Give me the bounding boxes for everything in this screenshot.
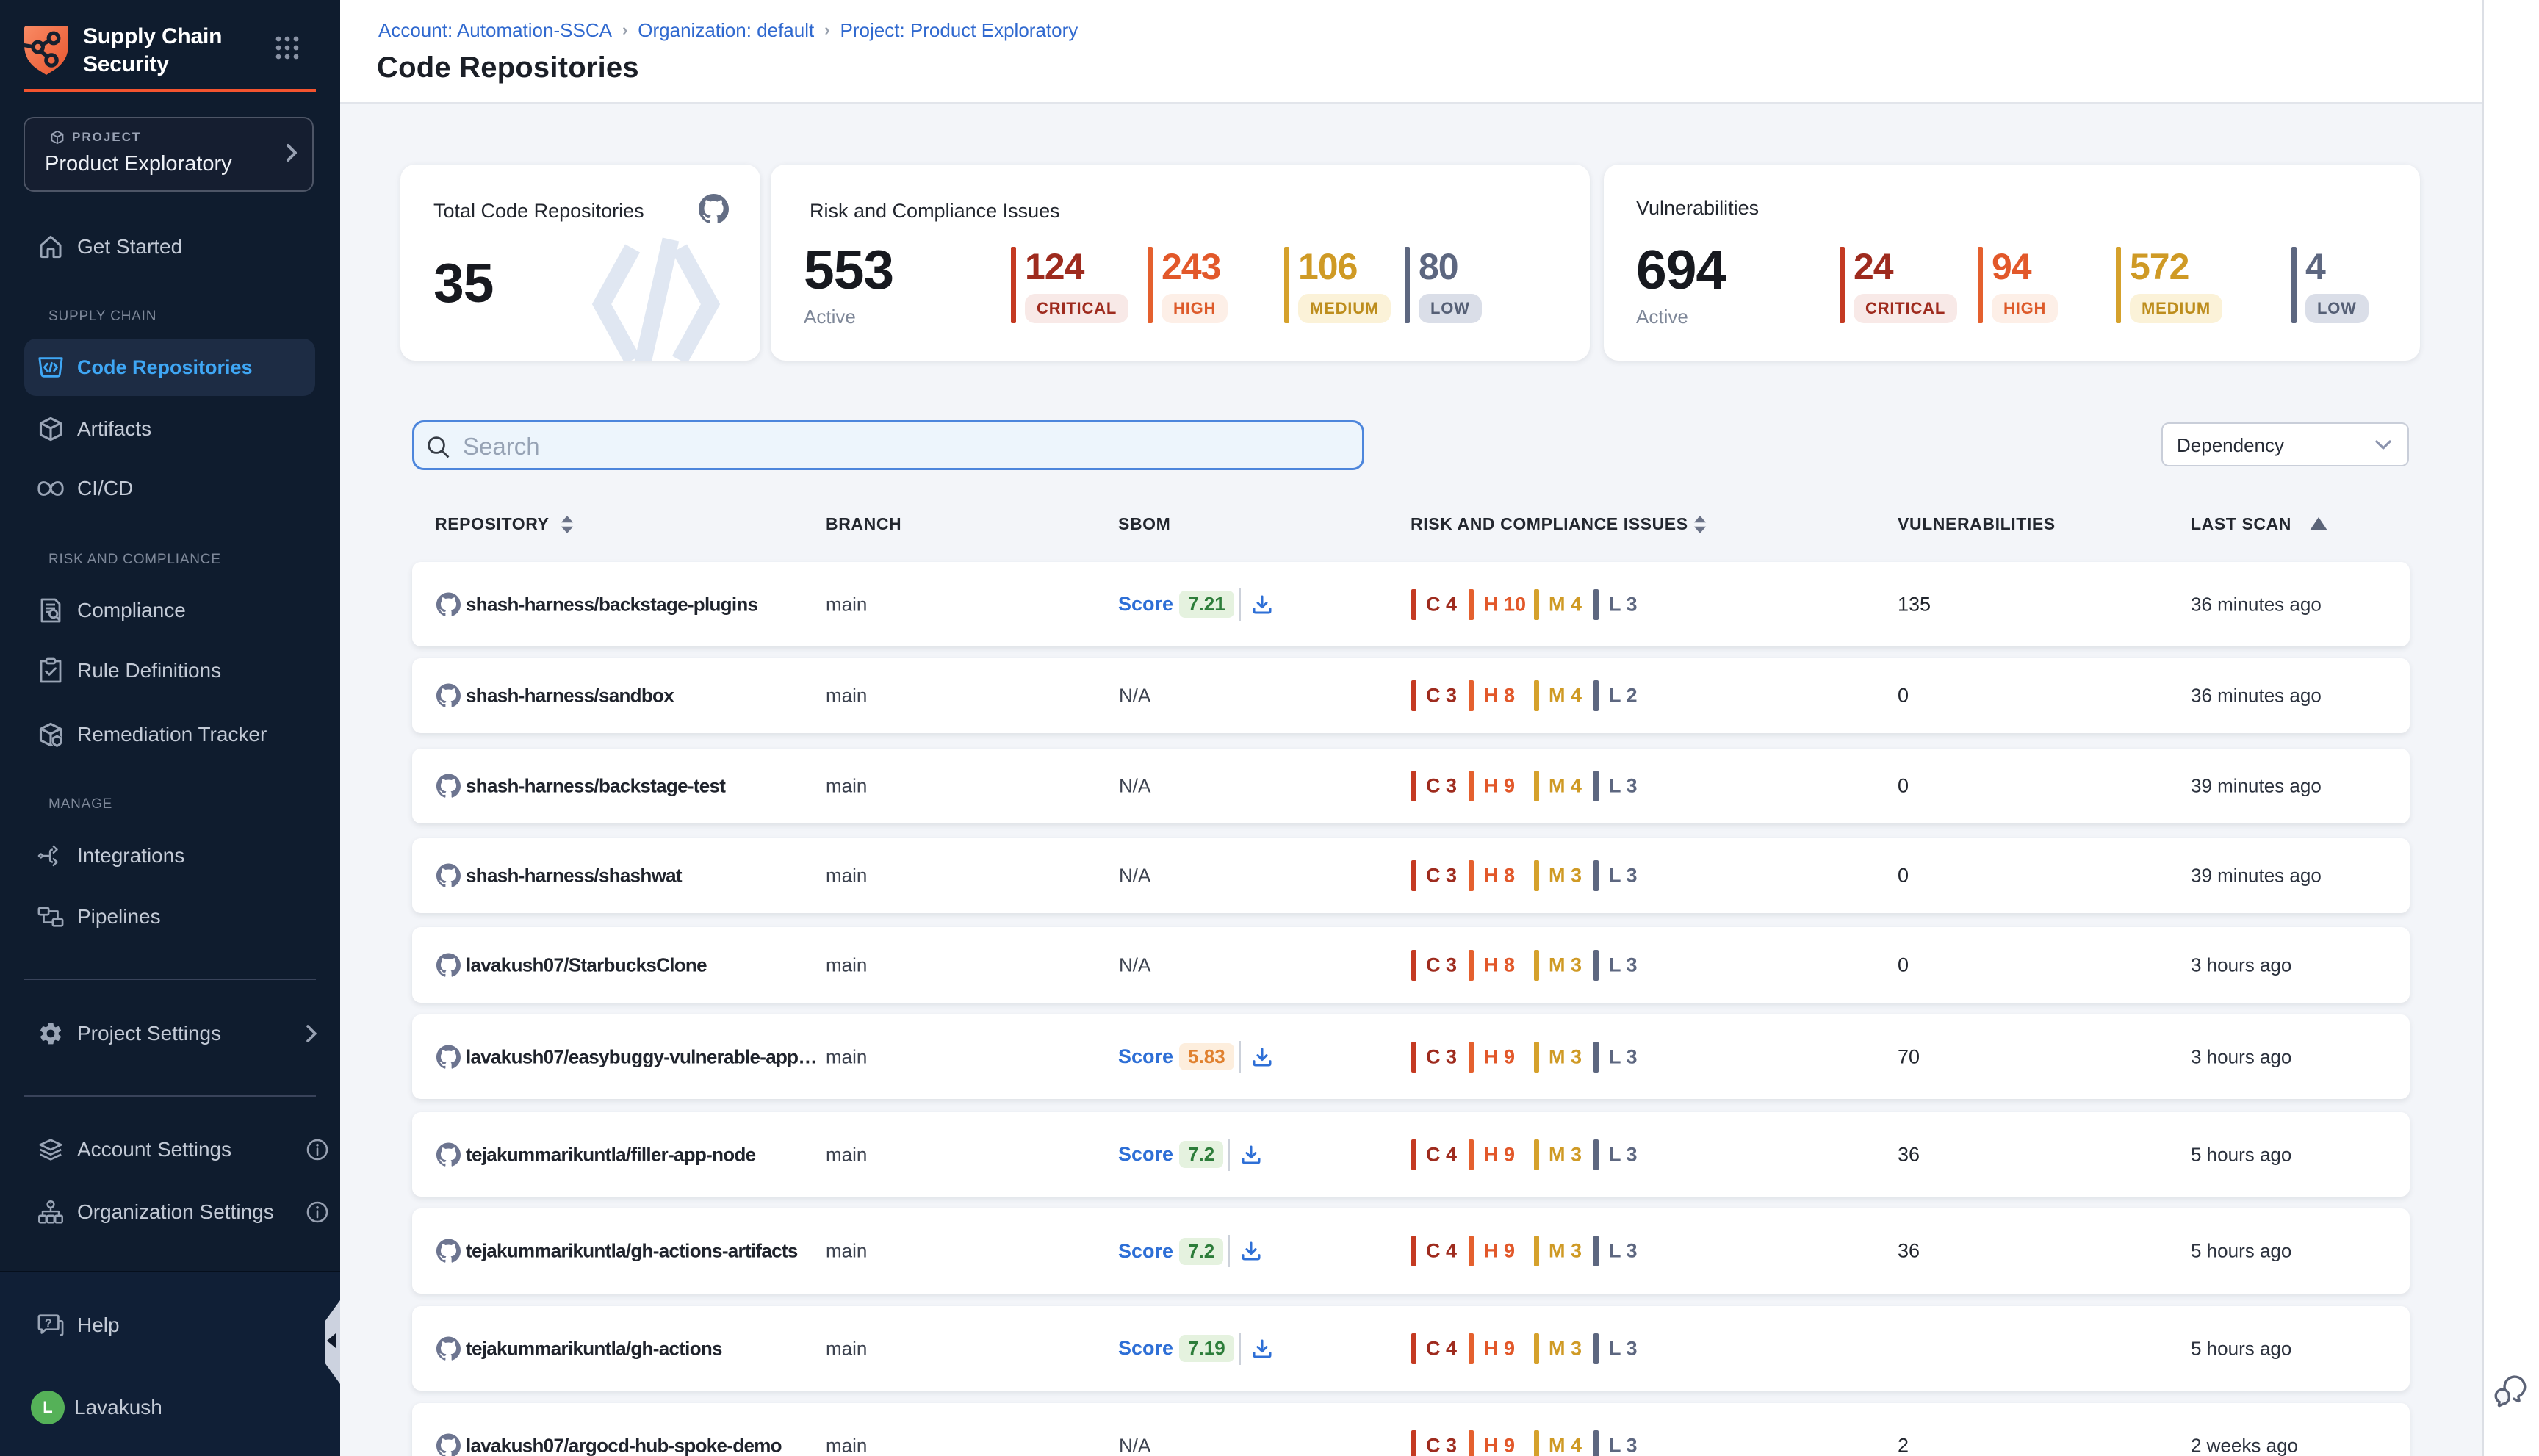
svg-text:?: ? xyxy=(45,1316,52,1330)
